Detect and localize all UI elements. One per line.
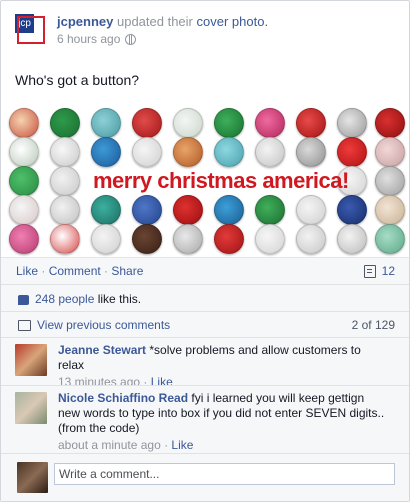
button-badge xyxy=(375,108,405,138)
page-avatar[interactable]: jcp xyxy=(15,14,49,48)
button-badge xyxy=(132,195,162,225)
comment-time-link[interactable]: about a minute ago xyxy=(58,438,161,452)
comment-item: Nicole Schiaffino Read fyi i learned you… xyxy=(1,385,409,453)
action-text: updated their xyxy=(116,14,193,29)
previous-comments-row: View previous comments 2 of 129 xyxy=(1,311,409,337)
separator: · xyxy=(100,264,112,278)
story-header: jcp jcpenney updated their cover photo. … xyxy=(15,14,268,48)
button-badge xyxy=(173,137,203,167)
button-badge xyxy=(9,224,39,254)
button-badge xyxy=(50,224,80,254)
button-badge xyxy=(132,224,162,254)
button-badge xyxy=(337,195,367,225)
likes-row: 248 people like this. xyxy=(1,284,409,311)
share-link[interactable]: Share xyxy=(111,264,143,278)
separator: · xyxy=(160,438,172,452)
button-badge xyxy=(132,137,162,167)
button-badge xyxy=(255,137,285,167)
button-badge xyxy=(296,224,326,254)
button-badge xyxy=(91,108,121,138)
cover-photo[interactable]: merry christmas america! xyxy=(1,100,409,257)
cover-photo-link[interactable]: cover photo. xyxy=(197,14,269,29)
button-badge xyxy=(296,195,326,225)
globe-icon[interactable] xyxy=(125,34,137,46)
button-badge xyxy=(255,224,285,254)
button-badge xyxy=(50,137,80,167)
separator: · xyxy=(38,264,49,278)
button-badge xyxy=(337,108,367,138)
page-name-link[interactable]: jcpenney xyxy=(57,14,113,29)
button-badge xyxy=(296,137,326,167)
comment-input[interactable]: Write a comment... xyxy=(54,463,395,485)
timestamp-link[interactable]: 6 hours ago xyxy=(57,32,120,46)
button-badge xyxy=(132,108,162,138)
button-badge xyxy=(91,224,121,254)
action-bar: Like · Comment · Share 12 xyxy=(1,257,409,284)
button-badge xyxy=(375,195,405,225)
button-badge xyxy=(255,195,285,225)
button-badge xyxy=(50,195,80,225)
post-message: Who's got a button? xyxy=(15,72,140,88)
compose-row: Write a comment... xyxy=(1,453,409,501)
view-previous-comments-link[interactable]: View previous comments xyxy=(37,318,170,332)
button-badge xyxy=(173,108,203,138)
comment-author-link[interactable]: Nicole Schiaffino Read xyxy=(58,391,188,405)
button-badge xyxy=(296,108,326,138)
button-badge xyxy=(214,224,244,254)
viewer-avatar[interactable] xyxy=(17,462,48,493)
comment-item: Jeanne Stewart *solve problems and allow… xyxy=(1,337,409,389)
thumbs-up-icon xyxy=(18,294,29,305)
jcp-logo-frame xyxy=(17,16,45,44)
button-badge xyxy=(173,224,203,254)
button-badge xyxy=(9,166,39,196)
comment-link[interactable]: Comment xyxy=(49,264,101,278)
button-badge xyxy=(173,195,203,225)
button-badge xyxy=(214,108,244,138)
button-badge xyxy=(375,166,405,196)
button-badge xyxy=(9,108,39,138)
shares-count[interactable]: 12 xyxy=(363,264,395,279)
button-badge xyxy=(9,137,39,167)
button-badge xyxy=(91,137,121,167)
button-badge xyxy=(214,195,244,225)
button-badge xyxy=(375,137,405,167)
like-link[interactable]: Like xyxy=(16,264,38,278)
shares-number: 12 xyxy=(381,264,395,278)
button-badge xyxy=(375,224,405,254)
commenter-avatar[interactable] xyxy=(15,392,47,424)
button-badge xyxy=(337,137,367,167)
commenter-avatar[interactable] xyxy=(15,344,47,376)
comments-count: 2 of 129 xyxy=(351,318,395,332)
button-badge xyxy=(50,108,80,138)
button-badge xyxy=(255,108,285,138)
shares-icon xyxy=(363,265,376,279)
comment-like-link[interactable]: Like xyxy=(171,438,193,452)
story-card: jcp jcpenney updated their cover photo. … xyxy=(0,0,410,502)
button-badge xyxy=(50,166,80,196)
comment-author-link[interactable]: Jeanne Stewart xyxy=(58,343,146,357)
likes-count-link[interactable]: 248 people xyxy=(35,292,94,306)
button-badge xyxy=(9,195,39,225)
comment-bubble-icon xyxy=(18,320,31,332)
banner-text: merry christmas america! xyxy=(93,168,349,193)
likes-suffix: like this. xyxy=(94,292,142,306)
button-badge xyxy=(214,137,244,167)
button-badge xyxy=(91,195,121,225)
button-badge xyxy=(337,224,367,254)
